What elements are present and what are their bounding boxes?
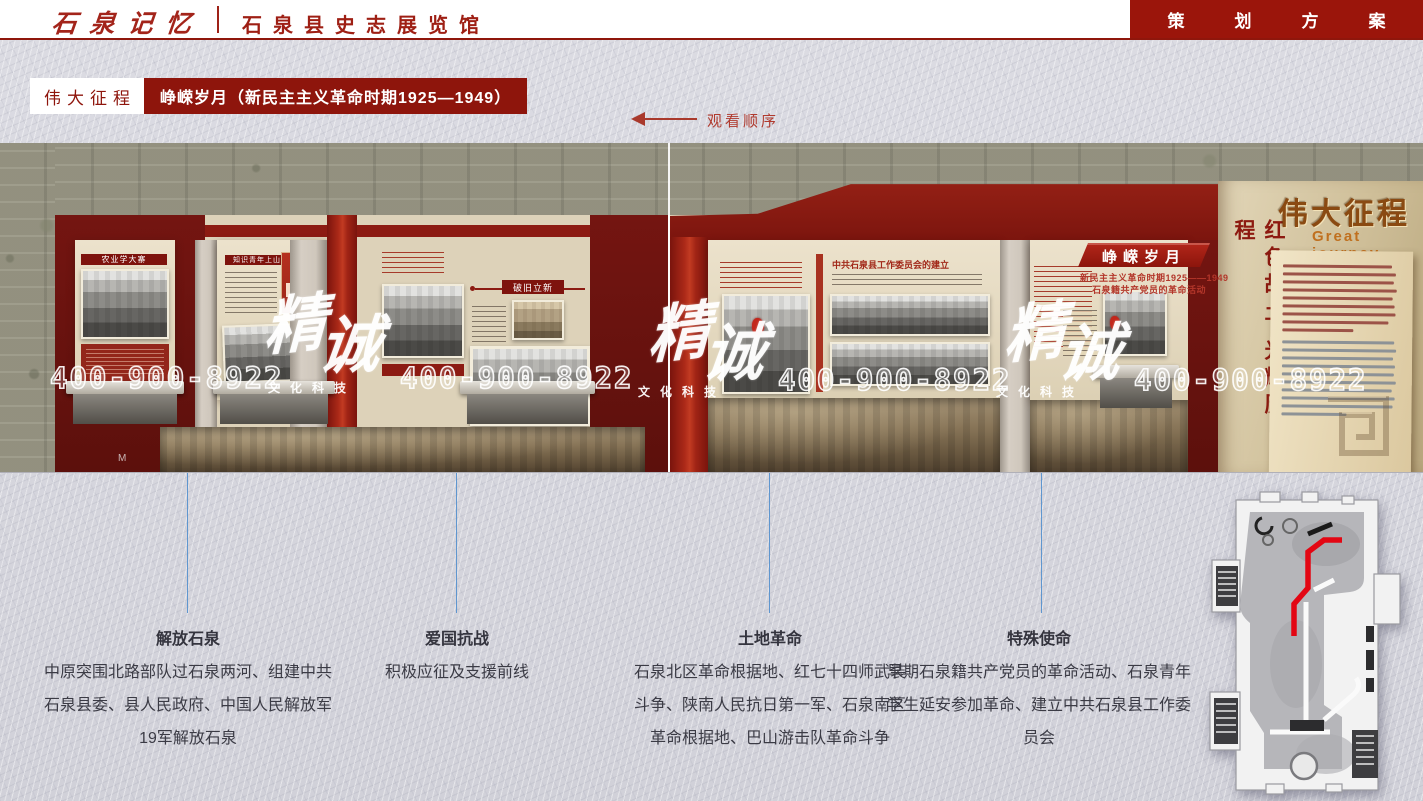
sepia-mural-right — [1030, 400, 1188, 473]
embossed-logo — [1320, 389, 1394, 463]
timeline-connector-4 — [1041, 473, 1042, 613]
section-title: 峥嵘岁月（新民主主义革命时期1925—1949） — [144, 78, 527, 114]
stone-wall-left — [0, 143, 55, 473]
plan-button[interactable]: 策划方案 — [1130, 0, 1423, 38]
floorplan-map — [1206, 484, 1406, 799]
timeline-item-2: 爱国抗战 积极应征及支援前线 — [326, 623, 588, 689]
timeline-connector-2 — [456, 473, 457, 613]
plan-button-label: 策划方案 — [1168, 7, 1423, 32]
watermark-brand-sub-3: 文化科技 — [996, 383, 1084, 400]
timeline-item-1: 解放石泉 中原突围北路部队过石泉两河、组建中共石泉县委、县人民政府、中国人民解放… — [38, 623, 338, 755]
bay1-title-plaque: 农业学大寨 — [81, 254, 167, 265]
timeline-item-title: 爱国抗战 — [326, 623, 588, 656]
bay5-title: 中共石泉县工作委员会的建立 — [832, 258, 996, 271]
watermark-phone-2: 400-900-8922 — [400, 361, 634, 395]
era-sign: 峥嵘岁月 — [1078, 243, 1210, 267]
exhibition-panorama-image: 农业学大寨 知识青年上山下乡 破旧立新 — [0, 143, 1423, 473]
bay5-red-text — [720, 262, 802, 288]
sepia-mural-middle — [708, 398, 1000, 473]
bay4-title-plaque: 破旧立新 — [502, 280, 564, 294]
bay5-photo-a — [830, 294, 990, 336]
timeline-item-text: 早期石泉籍共产党员的革命活动、石泉青年学生延安参加革命、建立中共石泉县工作委员会 — [886, 656, 1192, 755]
watermark-brand-sub-2: 文化科技 — [638, 383, 726, 400]
timeline-item-text: 中原突围北路部队过石泉两河、组建中共石泉县委、县人民政府、中国人民解放军19军解… — [38, 656, 338, 755]
timeline-item-text: 积极应征及支援前线 — [326, 656, 588, 689]
view-order-label: 观看顺序 — [707, 110, 779, 131]
timeline-item-text: 石泉北区革命根据地、红七十四师武装斗争、陕南人民抗日第一军、石泉南区革命根据地、… — [634, 656, 906, 755]
view-order-arrow-line — [645, 118, 697, 120]
end-panel-title: 伟大征程 — [1278, 189, 1410, 233]
timeline-item-4: 特殊使命 早期石泉籍共产党员的革命活动、石泉青年学生延安参加革命、建立中共石泉县… — [886, 623, 1192, 755]
timeline-connector-1 — [187, 473, 188, 613]
watermark-m: M — [118, 453, 126, 464]
timeline-item-title: 特殊使命 — [886, 623, 1192, 656]
bay4-sepia-photo — [512, 300, 564, 340]
site-logo[interactable]: 石泉记忆 — [50, 4, 206, 40]
bay5-text — [832, 274, 982, 288]
bay3-photo — [382, 284, 464, 358]
watermark-phone-4: 400-900-8922 — [1134, 363, 1368, 397]
bay1-photo — [81, 269, 169, 339]
timeline-item-title: 土地革命 — [634, 623, 906, 656]
watermark-brand-2: 精诚 — [647, 292, 773, 368]
watermark-brand-sub-1: 文化科技 — [268, 379, 356, 396]
tab-great-journey-label: 伟大征程 — [44, 84, 136, 109]
watermark-brand-1: 精诚 — [263, 284, 389, 360]
sepia-mural-left — [160, 427, 645, 473]
section-bar: 伟大征程 峥嵘岁月（新民主主义革命时期1925—1949） — [30, 78, 527, 114]
header: 石泉记忆 石泉县史志展览馆 策划方案 — [0, 0, 1423, 40]
bay3-red-text — [382, 252, 444, 274]
watermark-phone-1: 400-900-8922 — [50, 361, 284, 395]
watermark-brand-3: 精诚 — [1003, 292, 1129, 368]
tab-great-journey[interactable]: 伟大征程 — [30, 78, 144, 114]
end-panel: 红色故土 光辉历程 伟大征程 Great journey — [1218, 181, 1423, 473]
timeline-item-title: 解放石泉 — [38, 623, 338, 656]
view-order-arrow-icon — [631, 112, 645, 126]
timeline-connector-3 — [769, 473, 770, 613]
bay4-text-card — [472, 306, 506, 344]
site-title: 石泉县史志展览馆 — [242, 9, 490, 38]
floorplan-circle-room — [1291, 753, 1317, 779]
watermark-phone-3: 400-900-8922 — [778, 363, 1012, 397]
timeline-item-3: 土地革命 石泉北区革命根据地、红七十四师武装斗争、陕南人民抗日第一军、石泉南区革… — [634, 623, 906, 755]
header-divider — [217, 6, 219, 33]
